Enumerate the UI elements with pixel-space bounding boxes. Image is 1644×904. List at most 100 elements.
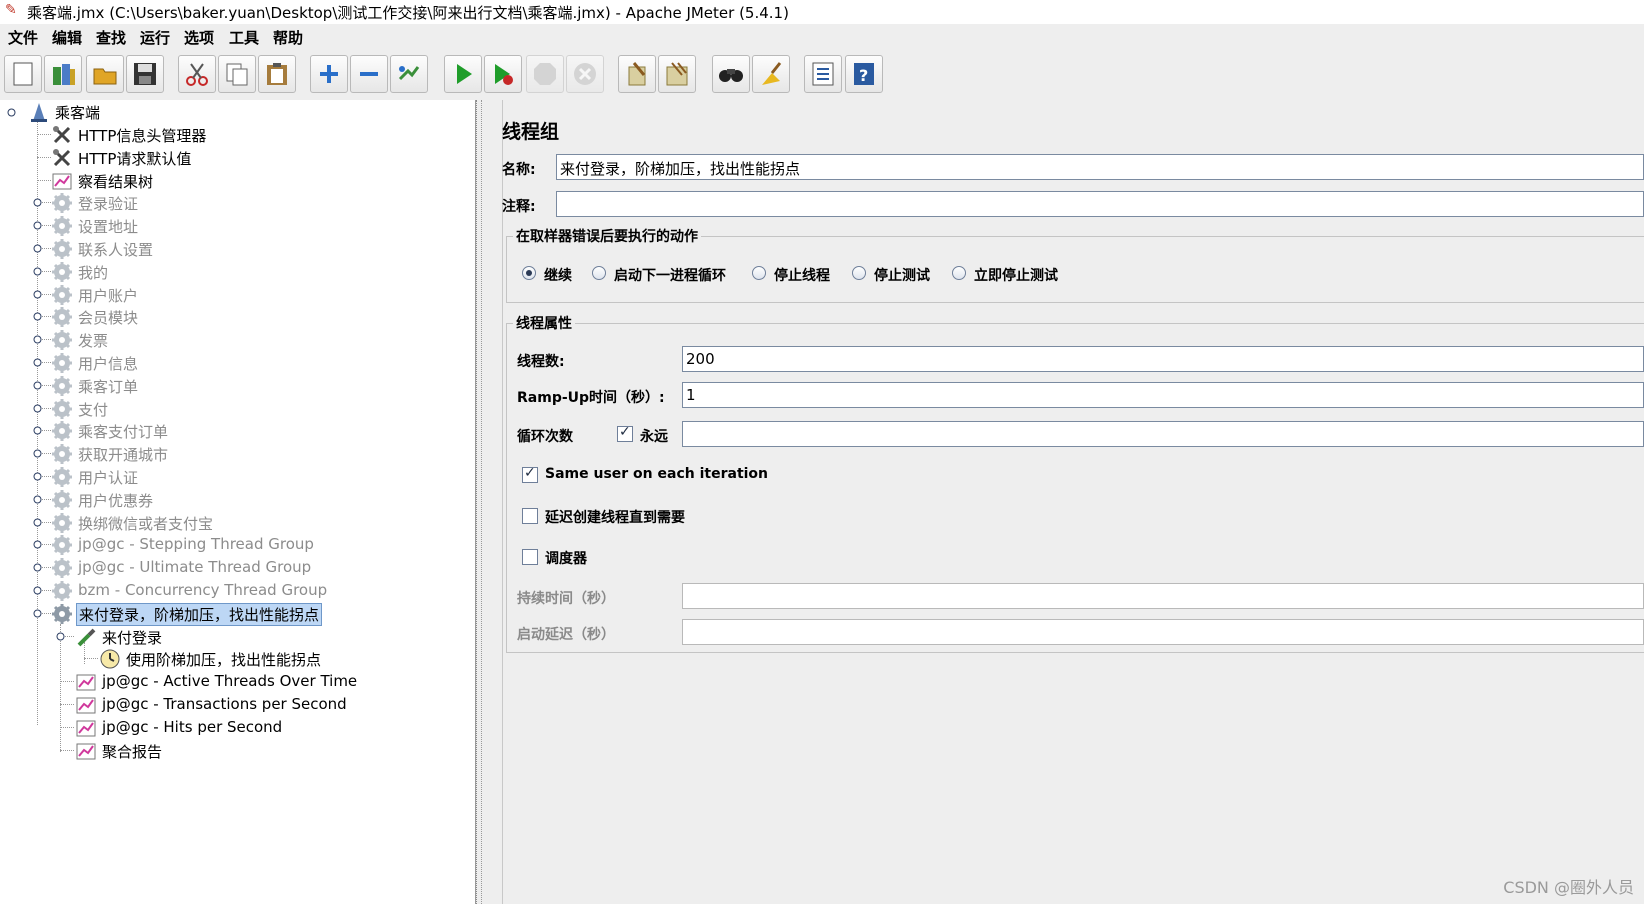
scheduler-checkbox[interactable] (522, 549, 538, 565)
tree-node-label: HTTP信息头管理器 (78, 127, 207, 145)
cut-icon (186, 63, 208, 86)
copy-button[interactable] (218, 55, 256, 93)
tree-expander-icon[interactable] (33, 358, 42, 367)
expand-button[interactable] (310, 55, 348, 93)
menu-file[interactable]: 文件 (8, 27, 38, 48)
menu-help[interactable]: 帮助 (273, 27, 303, 48)
function-helper-button[interactable] (804, 55, 842, 93)
start-no-pauses-icon (495, 64, 513, 85)
stop-button[interactable] (526, 55, 564, 93)
tree-expander-icon[interactable] (7, 108, 16, 117)
graph-icon (76, 697, 96, 714)
tree-expander-icon[interactable] (33, 586, 42, 595)
loop-count-label: 循环次数 (517, 429, 573, 445)
tree-expander-icon[interactable] (33, 449, 42, 458)
tree-expander-icon[interactable] (33, 404, 42, 413)
tree-expander-icon[interactable] (33, 609, 42, 618)
watermark: CSDN @圈外人员 (1503, 878, 1634, 897)
forever-checkbox[interactable] (617, 424, 633, 442)
templates-button[interactable] (44, 55, 82, 93)
open-icon (93, 68, 117, 85)
gear-icon (52, 603, 72, 624)
name-label: 名称: (502, 162, 536, 178)
same-user-checkbox[interactable] (522, 465, 538, 483)
search-button[interactable] (712, 55, 750, 93)
gear-icon (52, 398, 72, 419)
name-field[interactable]: 来付登录，阶梯加压，找出性能拐点 (556, 154, 1644, 180)
delay-thread-creation-checkbox[interactable] (522, 508, 538, 524)
tree-expander-icon[interactable] (33, 426, 42, 435)
tree-expander-icon[interactable] (33, 198, 42, 207)
paste-button[interactable] (258, 55, 296, 93)
rampup-field[interactable]: 1 (682, 382, 1644, 408)
tree-expander-icon[interactable] (33, 290, 42, 299)
thread-properties-legend: 线程属性 (516, 316, 572, 332)
menu-edit[interactable]: 编辑 (52, 27, 82, 48)
tree-guide-line (60, 704, 74, 705)
open-button[interactable] (86, 55, 124, 93)
menu-bar: 文件 编辑 查找 运行 选项 工具 帮助 (0, 24, 1644, 50)
help-button[interactable]: ? (845, 55, 883, 93)
save-button[interactable] (126, 55, 164, 93)
tree-node-label: bzm - Concurrency Thread Group (78, 581, 328, 599)
menu-options[interactable]: 选项 (184, 27, 214, 48)
tree-expander-icon[interactable] (33, 335, 42, 344)
loop-count-field[interactable] (682, 421, 1644, 447)
tree-expander-icon[interactable] (33, 244, 42, 253)
menu-run[interactable]: 运行 (140, 27, 170, 48)
duration-field[interactable] (682, 583, 1644, 609)
new-button[interactable] (4, 55, 42, 93)
comment-label: 注释: (502, 199, 536, 215)
toggle-icon (398, 66, 420, 81)
gear-icon (52, 193, 72, 214)
tree-node-label: 会员模块 (78, 309, 139, 328)
toggle-button[interactable] (390, 55, 428, 93)
help-icon: ? (854, 63, 874, 85)
comment-field[interactable] (556, 191, 1644, 217)
pane-splitter[interactable] (476, 100, 488, 904)
shutdown-button[interactable] (566, 55, 604, 93)
cut-button[interactable] (178, 55, 216, 93)
clear-button[interactable] (618, 55, 656, 93)
start-button[interactable] (444, 55, 482, 93)
tree-node-label: 换绑微信或者支付宝 (78, 514, 214, 533)
tree-node-label: jp@gc - Active Threads Over Time (102, 672, 358, 691)
scheduler-label: 调度器 (545, 551, 587, 567)
graph-icon (76, 674, 96, 691)
tree-expander-icon[interactable] (33, 518, 42, 527)
forever-label: 永远 (640, 429, 668, 445)
window-titlebar: ✎ 乘客端.jmx (C:\Users\baker.yuan\Desktop\测… (0, 0, 1644, 24)
start-no-pauses-button[interactable] (484, 55, 522, 93)
tree-expander-icon[interactable] (33, 540, 42, 549)
gear-icon (52, 512, 72, 533)
tree-expander-icon[interactable] (33, 312, 42, 321)
clear-all-button[interactable] (658, 55, 696, 93)
tree-expander-icon[interactable] (33, 221, 42, 230)
tree-expander-icon[interactable] (33, 472, 42, 481)
tree-expander-icon[interactable] (33, 495, 42, 504)
reset-search-button[interactable] (752, 55, 790, 93)
tree-expander-icon[interactable] (56, 632, 65, 641)
tree-node-label: 用户优惠券 (78, 491, 154, 510)
collapse-button[interactable] (350, 55, 388, 93)
page-title: 线程组 (502, 121, 560, 143)
tree-guide-line (37, 122, 38, 725)
gear-icon (52, 467, 72, 487)
startup-delay-field[interactable] (682, 619, 1644, 645)
menu-tools[interactable]: 工具 (229, 27, 259, 48)
radio-indicator (952, 266, 966, 280)
tree-expander-icon[interactable] (33, 381, 42, 390)
tree-node-label: 来付登录，阶梯加压，找出性能拐点 (76, 602, 323, 626)
tree-node-label: 乘客订单 (78, 377, 139, 396)
tree-expander-icon[interactable] (33, 267, 42, 276)
test-plan-tree[interactable]: 乘客端 HTTP信息头管理器 HTTP请求默认值 察看结果树 登录验证 设置地址 联系人设… (0, 100, 476, 904)
function-helper-icon (812, 62, 834, 86)
threads-field[interactable]: 200 (682, 346, 1644, 372)
delay-thread-creation-label: 延迟创建线程直到需要 (545, 510, 685, 526)
toolbar: ? (0, 50, 1644, 100)
radio-label: 停止测试 (874, 268, 930, 284)
tree-expander-icon[interactable] (33, 563, 42, 572)
tree-node-label: jp@gc - Hits per Second (102, 717, 283, 736)
tree-node-label: 用户信息 (78, 355, 139, 373)
menu-search[interactable]: 查找 (96, 27, 126, 48)
